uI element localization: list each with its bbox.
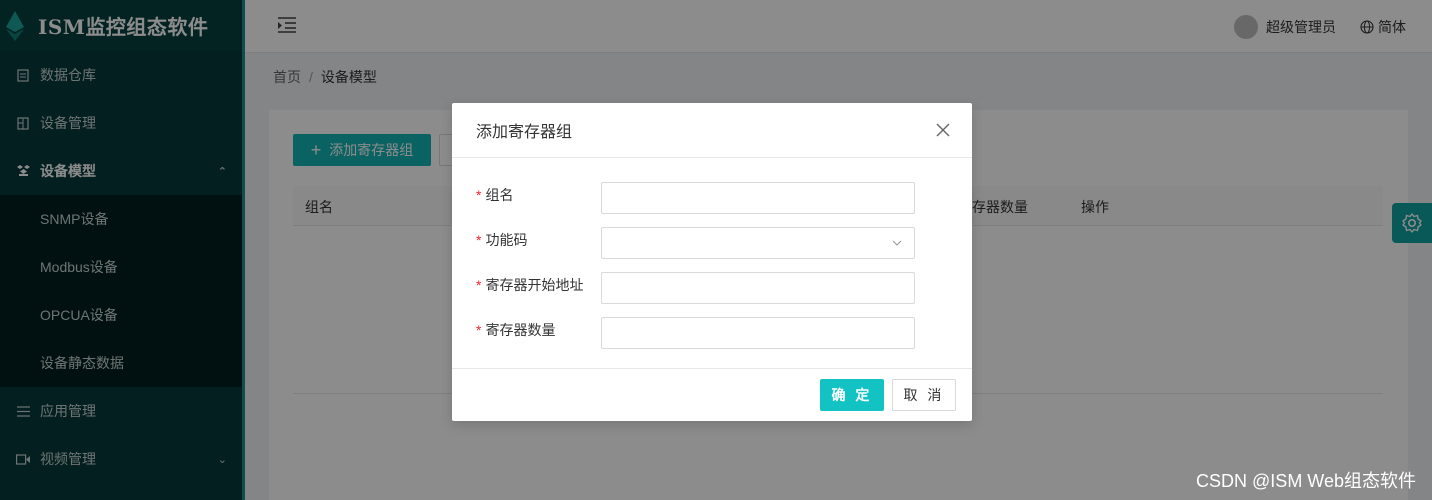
register-count-input[interactable]	[601, 317, 915, 349]
dialog-footer: 确 定 取 消	[452, 368, 972, 421]
cancel-button[interactable]: 取 消	[892, 379, 956, 411]
group-name-label: 组名	[485, 187, 514, 203]
group-name-input[interactable]	[601, 182, 915, 214]
required-mark: *	[476, 187, 482, 203]
register-count-label: 寄存器数量	[485, 322, 556, 338]
chevron-down-icon	[892, 240, 902, 246]
add-register-group-dialog: 添加寄存器组 * 组名 * 功能码 * 寄存器开始地址 * 寄存器数量 确 定 取 消	[452, 103, 972, 421]
ok-button[interactable]: 确 定	[820, 379, 884, 411]
form-row-start-address: * 寄存器开始地址	[476, 272, 946, 304]
close-icon[interactable]	[936, 123, 950, 137]
form-row-function-code: * 功能码	[476, 227, 946, 259]
field-label: * 寄存器数量	[476, 320, 555, 340]
field-label: * 功能码	[476, 230, 527, 250]
form-row-register-count: * 寄存器数量	[476, 317, 946, 349]
watermark: CSDN @ISM Web组态软件	[1196, 471, 1416, 491]
required-mark: *	[476, 322, 482, 338]
required-mark: *	[476, 277, 482, 293]
required-mark: *	[476, 232, 482, 248]
function-code-label: 功能码	[485, 232, 528, 248]
dialog-title: 添加寄存器组	[476, 124, 573, 141]
field-label: * 寄存器开始地址	[476, 275, 583, 295]
form-row-group-name: * 组名	[476, 182, 946, 214]
start-address-input[interactable]	[601, 272, 915, 304]
dialog-header: 添加寄存器组	[452, 103, 972, 158]
function-code-select[interactable]	[601, 227, 915, 259]
start-address-label: 寄存器开始地址	[485, 277, 584, 293]
field-label: * 组名	[476, 185, 513, 205]
